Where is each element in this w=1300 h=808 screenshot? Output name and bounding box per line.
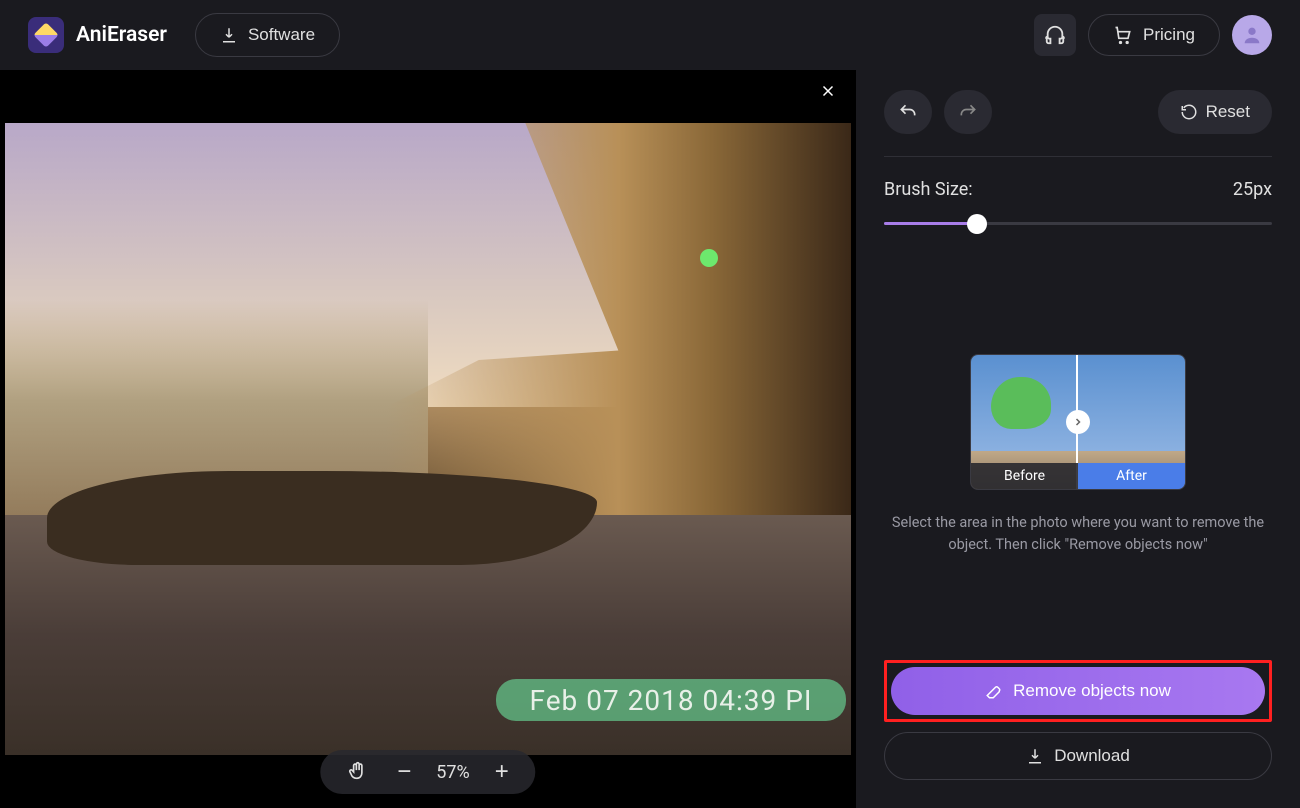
preview-caption: Select the area in the photo where you w… bbox=[884, 512, 1272, 556]
before-label: Before bbox=[971, 463, 1078, 489]
zoom-toolbar: − 57% + bbox=[320, 750, 535, 794]
close-icon bbox=[819, 82, 837, 100]
after-label: After bbox=[1078, 463, 1185, 489]
action-area: Remove objects now Download bbox=[884, 660, 1272, 788]
sidebar-top-row: Reset bbox=[884, 90, 1272, 157]
slider-fill bbox=[884, 222, 977, 225]
download-icon bbox=[1026, 747, 1044, 765]
canvas-area: Feb 07 2018 04:39 PI − 57% + bbox=[0, 70, 856, 808]
download-label: Download bbox=[1054, 746, 1130, 766]
preview-slider-handle[interactable] bbox=[1066, 410, 1090, 434]
software-button[interactable]: Software bbox=[195, 13, 340, 57]
image-rocks bbox=[47, 471, 597, 566]
preview-label-row: Before After bbox=[971, 463, 1185, 489]
zoom-value: 57% bbox=[436, 762, 469, 783]
undo-icon bbox=[898, 102, 918, 122]
remove-objects-button[interactable]: Remove objects now bbox=[891, 667, 1265, 715]
main: Feb 07 2018 04:39 PI − 57% + R bbox=[0, 70, 1300, 808]
remove-label: Remove objects now bbox=[1013, 681, 1171, 701]
slider-thumb[interactable] bbox=[967, 214, 987, 234]
brush-size-value: 25px bbox=[1233, 179, 1272, 200]
reset-label: Reset bbox=[1206, 102, 1250, 122]
brush-cursor bbox=[700, 249, 718, 267]
before-after-preview: Before After bbox=[970, 354, 1186, 490]
close-button[interactable] bbox=[816, 80, 840, 104]
hand-icon bbox=[346, 760, 368, 782]
tutorial-highlight: Remove objects now bbox=[884, 660, 1272, 722]
preview-section: Before After Select the area in the phot… bbox=[884, 354, 1272, 556]
download-icon bbox=[220, 26, 238, 44]
preview-mask-shape bbox=[991, 377, 1051, 429]
user-icon bbox=[1241, 24, 1263, 46]
app-name: AniEraser bbox=[76, 23, 167, 47]
undo-button[interactable] bbox=[884, 90, 932, 134]
timestamp-mask: Feb 07 2018 04:39 PI bbox=[496, 679, 846, 721]
plus-icon: + bbox=[495, 758, 509, 786]
headphones-button[interactable] bbox=[1034, 14, 1076, 56]
redo-icon bbox=[958, 102, 978, 122]
eraser-icon bbox=[985, 682, 1003, 700]
app-header: AniEraser Software Pricing bbox=[0, 0, 1300, 70]
chevron-right-icon bbox=[1072, 416, 1084, 428]
cart-icon bbox=[1113, 25, 1133, 45]
pricing-label: Pricing bbox=[1143, 25, 1195, 45]
brush-size-row: Brush Size: 25px bbox=[884, 179, 1272, 200]
software-label: Software bbox=[248, 25, 315, 45]
avatar[interactable] bbox=[1232, 15, 1272, 55]
download-button[interactable]: Download bbox=[884, 732, 1272, 780]
canvas-image[interactable]: Feb 07 2018 04:39 PI bbox=[5, 123, 851, 755]
brush-size-label: Brush Size: bbox=[884, 179, 973, 200]
logo[interactable]: AniEraser bbox=[28, 17, 167, 53]
brush-size-slider[interactable] bbox=[884, 214, 1272, 234]
minus-icon: − bbox=[397, 758, 411, 786]
reset-icon bbox=[1180, 103, 1198, 121]
pricing-button[interactable]: Pricing bbox=[1088, 14, 1220, 56]
headphones-icon bbox=[1044, 24, 1066, 46]
zoom-out-button[interactable]: − bbox=[392, 760, 416, 784]
sidebar: Reset Brush Size: 25px bbox=[856, 70, 1300, 808]
logo-icon bbox=[28, 17, 64, 53]
header-right: Pricing bbox=[1034, 14, 1272, 56]
pan-tool[interactable] bbox=[342, 757, 372, 787]
redo-button[interactable] bbox=[944, 90, 992, 134]
reset-button[interactable]: Reset bbox=[1158, 90, 1272, 134]
zoom-in-button[interactable]: + bbox=[490, 760, 514, 784]
